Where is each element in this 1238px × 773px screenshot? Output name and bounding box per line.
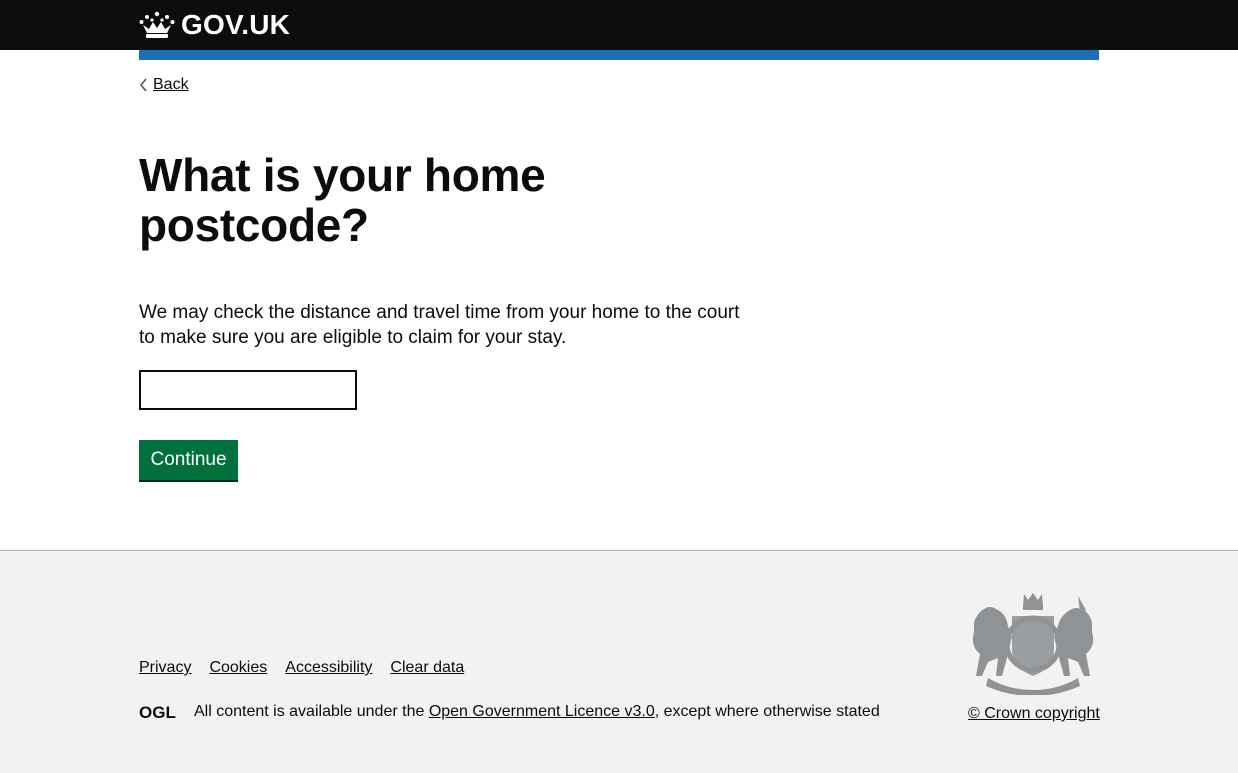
footer-link-accessibility[interactable]: Accessibility <box>285 659 372 677</box>
crown-icon <box>139 11 175 38</box>
footer-link-privacy[interactable]: Privacy <box>139 659 191 677</box>
postcode-input[interactable] <box>139 370 357 410</box>
footer-links: Privacy Cookies Accessibility Clear data <box>139 659 464 677</box>
logo-text: GOV.UK <box>181 9 291 40</box>
footer-link-cookies[interactable]: Cookies <box>209 659 267 677</box>
header-blue-bar <box>139 50 1099 60</box>
svg-text:OGL: OGL <box>139 703 176 721</box>
site-header: GOV.UK <box>0 0 1238 50</box>
footer-link-clear-data[interactable]: Clear data <box>390 659 464 677</box>
govuk-logo-link[interactable]: GOV.UK <box>139 9 290 41</box>
crown-copyright-link[interactable]: © Crown copyright <box>968 705 1100 723</box>
back-link[interactable]: Back <box>139 76 189 94</box>
page-title: What is your home postcode? <box>139 149 546 251</box>
licence-statement: OGL All content is available under the O… <box>139 703 880 721</box>
ogl-logo-icon: OGL <box>139 703 176 721</box>
continue-button[interactable]: Continue <box>139 440 238 480</box>
royal-coat-of-arms-icon <box>972 593 1094 695</box>
licence-suffix: , except where otherwise stated <box>654 703 880 720</box>
back-link-label: Back <box>153 76 189 93</box>
licence-link[interactable]: Open Government Licence v3.0 <box>429 703 655 721</box>
postcode-hint: We may check the distance and travel tim… <box>139 302 740 348</box>
chevron-left-icon <box>139 78 147 92</box>
licence-prefix: All content is available under the <box>194 703 429 720</box>
site-footer: Privacy Cookies Accessibility Clear data… <box>0 550 1238 773</box>
